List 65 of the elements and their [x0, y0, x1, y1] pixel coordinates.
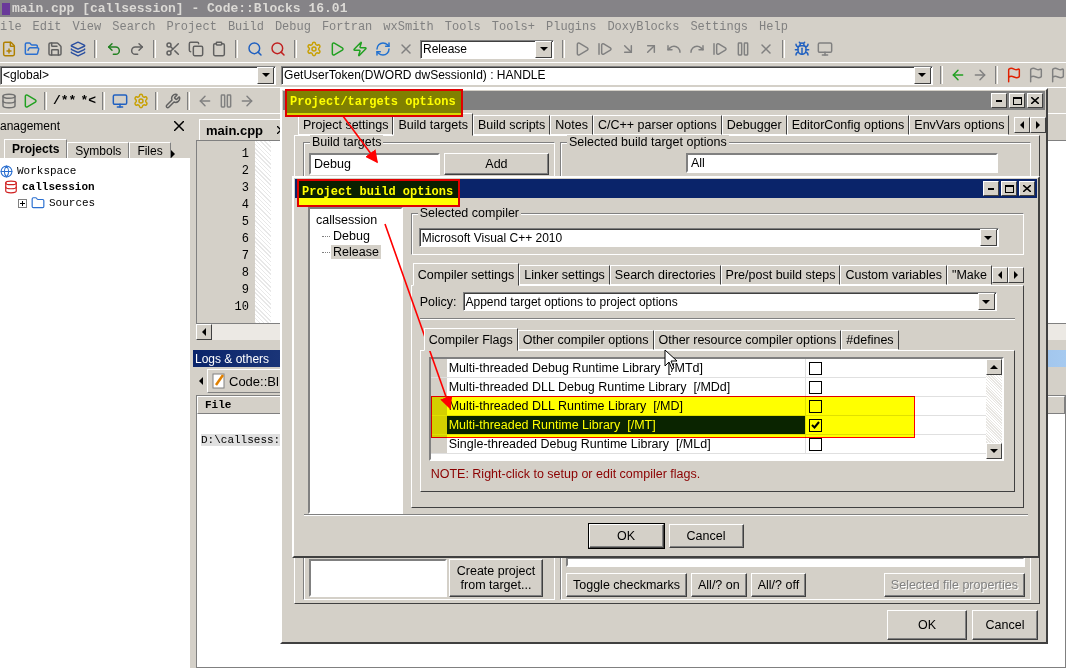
window-title: main.cpp [callsession] - Code::Blocks 16.01 [12, 1, 348, 16]
cancel-button[interactable]: Cancel [972, 610, 1038, 640]
panel-tab[interactable]: Projects [4, 139, 68, 158]
line-number: 3 [241, 180, 249, 197]
line-number: 10 [234, 299, 249, 316]
settings-tab[interactable]: Custom variables [840, 265, 947, 285]
settings-tab[interactable]: "Make [947, 265, 992, 285]
add-button[interactable]: Add [443, 153, 549, 175]
ok-button[interactable]: OK [887, 610, 967, 640]
tree-item[interactable]: Debug [331, 229, 372, 243]
settings-tab[interactable]: Linker settings [519, 265, 610, 285]
build-target-dropdown[interactable]: Release [420, 39, 554, 59]
dialog-tab[interactable]: Build scripts [472, 115, 551, 135]
log-row[interactable]: D:\callsess: [201, 434, 281, 446]
note-text: NOTE: Right-click to setup or edit compiler flags. [430, 467, 702, 481]
tree-item[interactable]: Release [331, 245, 381, 259]
line-number: 5 [241, 214, 249, 231]
file-button[interactable]: Toggle checkmarks [566, 573, 687, 597]
flags-tab[interactable]: Compiler Flags [423, 328, 518, 351]
flags-tab[interactable]: #defines [841, 330, 899, 350]
ok-button[interactable]: OK [588, 524, 664, 548]
function-dropdown[interactable]: GetUserToken(DWORD dwSessionId) : HANDLE [281, 65, 933, 85]
group-label: Selected build target options [567, 135, 729, 149]
line-number: 8 [241, 265, 249, 282]
scope-dropdown[interactable]: <global> [0, 65, 277, 85]
file-button[interactable]: All/? on [691, 573, 747, 597]
tree-item[interactable]: Sources [49, 197, 96, 209]
tree-item[interactable]: callsession [314, 213, 380, 227]
policy-label: Policy: [419, 294, 457, 309]
line-number: 9 [241, 282, 249, 299]
flags-tab[interactable]: Other resource compiler options [653, 330, 842, 350]
dialog-tab[interactable]: C/C++ parser options [593, 115, 722, 135]
window-title: Project/targets options [285, 89, 463, 117]
line-number: 7 [241, 248, 249, 265]
tree-item[interactable]: Workspace [17, 165, 77, 177]
flags-tab[interactable]: Other compiler options [517, 330, 654, 350]
line-number: 1 [241, 146, 249, 163]
line-number: 2 [241, 163, 249, 180]
panel-tab[interactable]: Files [129, 142, 171, 158]
compiler-dropdown[interactable]: Microsoft Visual C++ 2010 [418, 228, 999, 247]
dialog-tab[interactable]: EnvVars options [909, 115, 1010, 135]
platform-field[interactable]: All [686, 153, 998, 173]
policy-dropdown[interactable]: Append target options to project options [462, 292, 997, 311]
settings-tab[interactable]: Search directories [609, 265, 721, 285]
flag-label[interactable]: Multi-threaded Debug Runtime Library [/MTd] [446, 359, 806, 377]
comment-button[interactable]: /** [53, 93, 77, 108]
tree-item[interactable]: callsession [22, 181, 95, 193]
line-number: 6 [241, 231, 249, 248]
panel-title: Logs & others [195, 351, 270, 366]
comment-button[interactable]: *< [80, 93, 96, 108]
dialog-tab[interactable]: EditorConfig options [786, 115, 910, 135]
create-project-button[interactable]: Create project from target... [449, 559, 543, 597]
cancel-button[interactable]: Cancel [668, 524, 744, 548]
dialog-tab[interactable]: Notes [550, 115, 593, 135]
targets-list[interactable]: Debug [309, 153, 440, 175]
panel-tab[interactable]: Symbols [67, 142, 130, 158]
group-label: Selected compiler [417, 206, 522, 220]
settings-tab[interactable]: Compiler settings [412, 263, 520, 286]
flag-label[interactable]: Multi-threaded DLL Debug Runtime Library [/MDd] [446, 378, 806, 396]
window-title: Project build options [297, 179, 461, 207]
line-number: 4 [241, 197, 249, 214]
settings-tab[interactable]: Pre/post build steps [720, 265, 841, 285]
dialog-tab[interactable]: Debugger [721, 115, 787, 135]
panel-title: anagement [0, 118, 61, 133]
file-button[interactable]: All/? off [750, 573, 807, 597]
